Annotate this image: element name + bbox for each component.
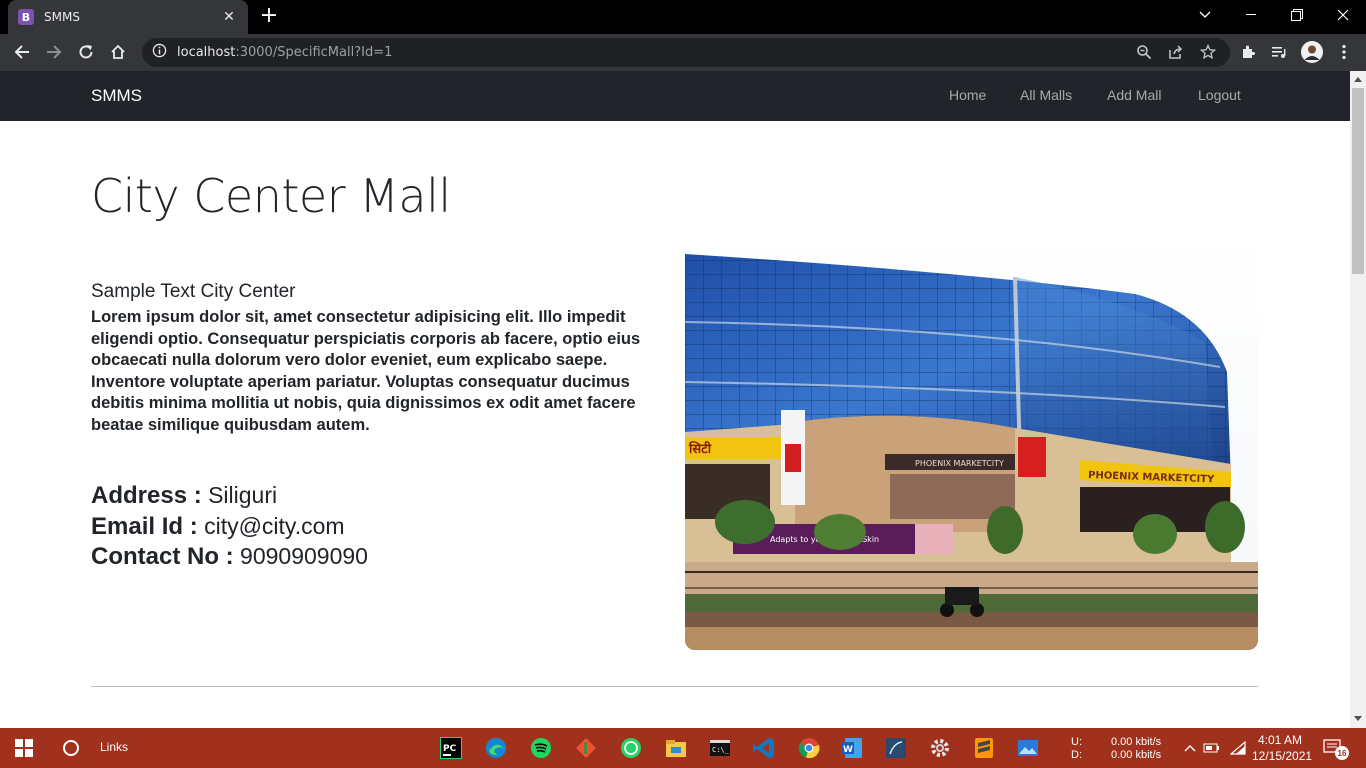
- contact-row: Contact No : 9090909090: [91, 543, 368, 571]
- chevron-up-icon[interactable]: [1178, 736, 1202, 760]
- file-explorer-icon[interactable]: [664, 736, 688, 760]
- battery-icon[interactable]: [1200, 736, 1224, 760]
- sql-icon[interactable]: [884, 736, 908, 760]
- net-up-value: 0.00 kbit/s: [1111, 736, 1162, 748]
- menu-icon[interactable]: [1330, 38, 1358, 66]
- word-icon[interactable]: W: [840, 736, 864, 760]
- forward-icon[interactable]: [40, 38, 68, 66]
- url-path: :3000/SpecificMall?Id=1: [235, 45, 393, 60]
- address-value: Siliguri: [208, 482, 278, 508]
- contact-value: 9090909090: [240, 543, 368, 569]
- nav-link-all-malls[interactable]: All Malls: [1020, 87, 1072, 103]
- taskbar-search-label[interactable]: Links: [100, 740, 128, 754]
- mall-photo: सिटी PHOENIX MARKETCITY PHOENIX MARKETCI…: [685, 232, 1258, 650]
- media-icon[interactable]: [1265, 38, 1293, 66]
- info-icon[interactable]: [152, 43, 167, 62]
- windows-start-icon[interactable]: [12, 736, 36, 760]
- net-down-value: 0.00 kbit/s: [1111, 749, 1162, 761]
- clock-time[interactable]: 4:01 AM: [1258, 733, 1302, 747]
- mall-center-signage: PHOENIX MARKETCITY: [915, 459, 1004, 468]
- photos-icon[interactable]: [1016, 736, 1040, 760]
- svg-text:PC: PC: [443, 744, 457, 754]
- email-label: Email Id :: [91, 513, 198, 540]
- tab-title: SMMS: [44, 10, 80, 24]
- terminal-icon[interactable]: C:\_: [708, 736, 732, 760]
- mall-photo-illustration: सिटी PHOENIX MARKETCITY PHOENIX MARKETCI…: [685, 232, 1258, 650]
- scroll-thumb[interactable]: [1352, 88, 1364, 274]
- nav-link-logout[interactable]: Logout: [1198, 87, 1241, 103]
- section-divider: [91, 686, 1258, 687]
- home-icon[interactable]: [104, 38, 132, 66]
- scroll-up-arrow-icon[interactable]: [1354, 77, 1362, 82]
- star-icon[interactable]: [1199, 43, 1218, 62]
- browser-toolbar: localhost:3000/SpecificMall?Id=1: [0, 34, 1366, 71]
- net-down-label: D:: [1071, 749, 1082, 761]
- vscode-icon[interactable]: [752, 736, 776, 760]
- nav-link-add-mall[interactable]: Add Mall: [1107, 87, 1161, 103]
- edge-icon[interactable]: [484, 736, 508, 760]
- navbar-brand[interactable]: SMMS: [91, 86, 142, 106]
- email-value: city@city.com: [204, 513, 345, 539]
- share-icon[interactable]: [1168, 44, 1186, 62]
- pycharm-icon[interactable]: PC: [439, 736, 463, 760]
- address-bar[interactable]: localhost:3000/SpecificMall?Id=1: [142, 38, 1230, 67]
- chrome-icon[interactable]: [797, 736, 821, 760]
- svg-text:C:\_: C:\_: [712, 746, 730, 754]
- browser-tab[interactable]: B SMMS ✕: [8, 0, 248, 34]
- net-up-label: U:: [1071, 736, 1082, 748]
- notification-icon[interactable]: 16: [1322, 736, 1349, 760]
- browser-tab-strip: B SMMS ✕ +: [0, 0, 1366, 34]
- minimize-button[interactable]: [1228, 0, 1274, 30]
- restore-button[interactable]: [1274, 0, 1320, 30]
- page-scrollbar[interactable]: [1350, 71, 1366, 728]
- spotify-icon[interactable]: [529, 736, 553, 760]
- git-icon[interactable]: [574, 736, 598, 760]
- close-window-button[interactable]: [1320, 0, 1366, 30]
- contact-label: Contact No :: [91, 543, 234, 570]
- zoom-icon[interactable]: [1136, 44, 1154, 62]
- cortana-icon[interactable]: [59, 736, 83, 760]
- page-title: City Center Mall: [91, 169, 451, 223]
- notification-badge: 16: [1335, 746, 1349, 760]
- site-navbar: SMMS Home All Malls Add Mall Logout: [0, 71, 1350, 121]
- whatsapp-icon[interactable]: [619, 736, 643, 760]
- clock-date[interactable]: 12/15/2021: [1252, 749, 1312, 763]
- tab-close-icon[interactable]: ✕: [220, 9, 238, 25]
- new-tab-button[interactable]: +: [258, 5, 280, 28]
- email-row: Email Id : city@city.com: [91, 513, 345, 541]
- extensions-icon[interactable]: [1234, 38, 1262, 66]
- settings-icon[interactable]: [928, 736, 952, 760]
- wifi-icon[interactable]: [1226, 736, 1250, 760]
- address-label: Address :: [91, 482, 202, 509]
- mall-subtitle: Sample Text City Center: [91, 281, 296, 302]
- windows-taskbar: Links PC C:\_ W U: D: 0.00 kbit/s 0.00 k…: [0, 728, 1366, 768]
- tab-search-icon[interactable]: [1182, 0, 1228, 30]
- bootstrap-favicon-icon: B: [18, 9, 34, 25]
- back-icon[interactable]: [8, 38, 36, 66]
- svg-text:सिटी: सिटी: [688, 441, 712, 457]
- reload-icon[interactable]: [72, 38, 100, 66]
- address-row: Address : Siliguri: [91, 482, 277, 510]
- sublime-icon[interactable]: [972, 736, 996, 760]
- mall-detail: City Center Mall Sample Text City Center…: [91, 121, 1258, 728]
- profile-avatar[interactable]: [1298, 38, 1326, 66]
- nav-link-home[interactable]: Home: [949, 87, 986, 103]
- mall-description: Lorem ipsum dolor sit, amet consectetur …: [91, 308, 641, 434]
- svg-text:W: W: [843, 745, 853, 755]
- url-host: localhost: [177, 45, 236, 60]
- scroll-down-arrow-icon[interactable]: [1354, 716, 1362, 721]
